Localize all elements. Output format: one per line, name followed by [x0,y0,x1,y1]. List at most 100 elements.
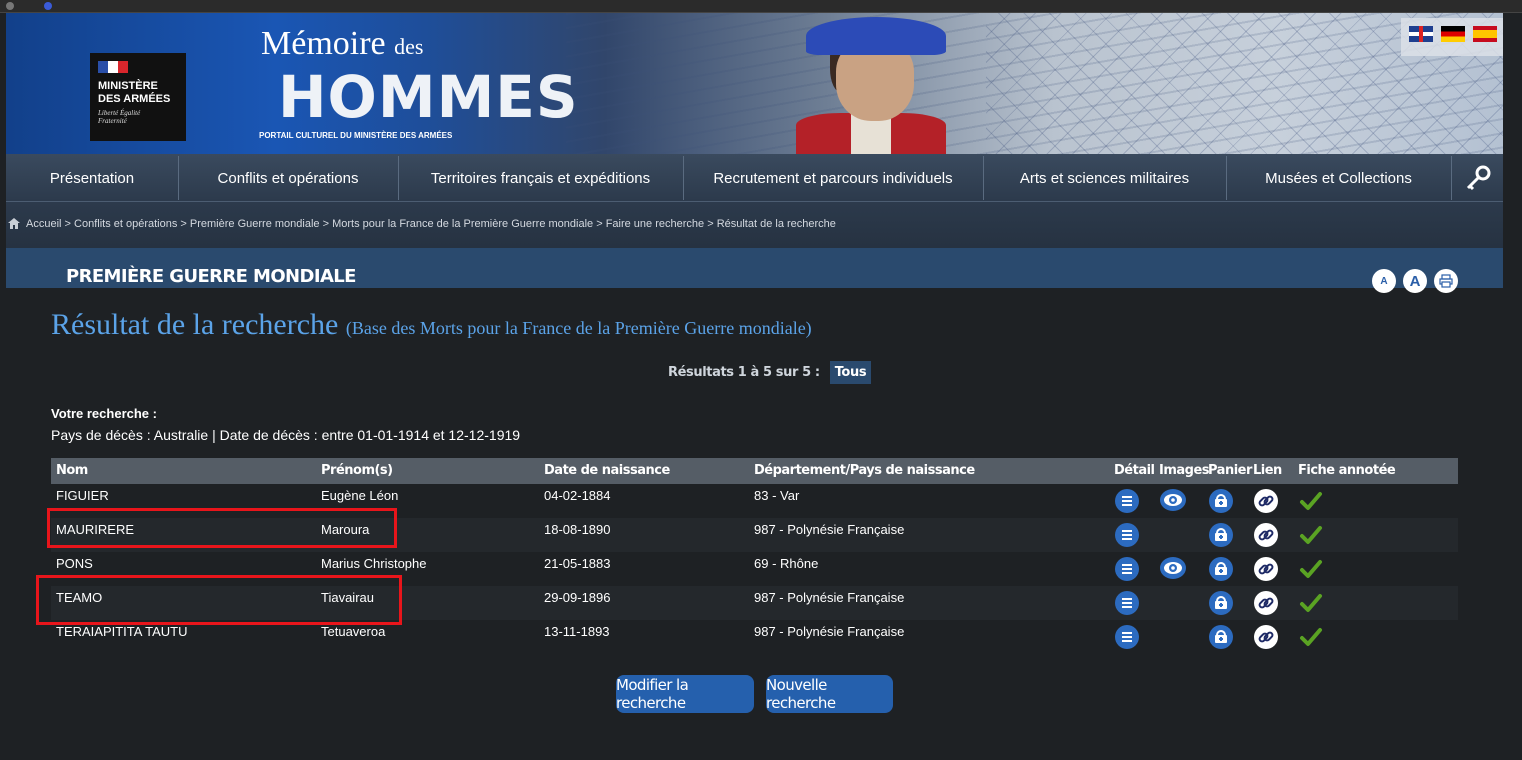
browser-tab-strip [0,0,1522,13]
query-title: Votre recherche : [51,406,157,421]
col-images: Images [1159,463,1210,478]
detail-icon[interactable] [1115,523,1139,547]
col-nom[interactable]: Nom [56,463,88,478]
ministry-line2: DES ARMÉES [98,93,171,105]
main-nav: Présentation Conflits et opérations Terr… [6,154,1503,202]
table-row: TEAMO Tiavairau 29-09-1896 987 - Polynésie … [51,586,1458,620]
annotated-check-icon [1299,591,1323,615]
cell-date-naissance: 29-09-1896 [544,590,611,605]
site-logo-top[interactable]: Mémoire des [261,25,423,63]
col-date-naissance[interactable]: Date de naissance [544,463,670,478]
cell-departement: 987 - Polynésie Française [754,522,905,537]
add-to-basket-icon[interactable] [1209,625,1233,649]
detail-icon[interactable] [1115,557,1139,581]
permalink-icon[interactable] [1254,523,1278,547]
col-prenom[interactable]: Prénom(s) [321,463,393,478]
add-to-basket-icon[interactable] [1209,523,1233,547]
permalink-icon[interactable] [1254,625,1278,649]
permalink-icon[interactable] [1254,591,1278,615]
detail-icon[interactable] [1115,625,1139,649]
cell-prenom: Tetuaveroa [321,624,386,639]
page-subtitle: (Base des Morts pour la France de la Pre… [345,318,812,338]
nav-presentation[interactable]: Présentation [6,154,178,202]
annotated-check-icon [1299,625,1323,649]
home-icon[interactable] [8,218,20,229]
cell-prenom: Eugène Léon [321,488,399,503]
cell-date-naissance: 04-02-1884 [544,488,611,503]
breadcrumb-current: Résultat de la recherche [716,218,836,230]
breadcrumb-morts-pour-la-france[interactable]: Morts pour la France de la Première Guer… [332,218,593,230]
font-increase-icon[interactable]: A [1403,269,1427,293]
query-summary: Pays de décès : Australie | Date de décè… [51,427,521,443]
cell-nom: TERAIAPITITA TAUTU [56,624,188,639]
col-detail: Détail [1114,463,1155,478]
table-row: TERAIAPITITA TAUTU Tetuaveroa 13-11-1893 98… [51,620,1458,654]
nav-musees[interactable]: Musées et Collections [1226,154,1451,202]
table-row: MAURIRERE Maroura 18-08-1890 987 - Polynési… [51,518,1458,552]
detail-icon[interactable] [1115,591,1139,615]
ministry-line1: MINISTÈRE [98,80,158,92]
breadcrumb-accueil[interactable]: Accueil [26,218,61,230]
permalink-icon[interactable] [1254,557,1278,581]
key-icon[interactable] [1464,164,1492,192]
english-flag-icon[interactable] [1409,26,1433,42]
ministry-logo[interactable]: MINISTÈRE DES ARMÉES Liberté Égalité Fra… [90,53,186,141]
col-lien: Lien [1253,463,1282,478]
language-selector [1401,18,1503,56]
pager-label: Résultats 1 à 5 sur 5 : [668,365,820,380]
table-row: PONS Marius Christophe 21-05-1883 69 - Rhôn… [51,552,1458,586]
breadcrumb-conflits[interactable]: Conflits et opérations [74,218,177,230]
annotated-check-icon [1299,557,1323,581]
site-logo-main[interactable]: HOMMES [278,63,579,131]
cell-prenom: Maroura [321,522,370,537]
ministry-motto: Liberté Égalité Fraternité [98,109,141,125]
site-logo-subtitle: PORTAIL CULTUREL DU MINISTÈRE DES ARMÉES [259,131,453,140]
col-panier: Panier [1208,463,1252,478]
pager-all-button[interactable]: Tous [829,361,872,384]
page-title: Résultat de la recherche (Base des Morts… [51,308,812,341]
breadcrumb-bar: Accueil > Conflits et opérations > Premi… [6,202,1503,248]
soldier-portrait-image [796,13,946,154]
annotated-check-icon [1299,523,1323,547]
view-images-icon[interactable] [1160,489,1186,511]
cell-nom: TEAMO [56,590,103,605]
cell-nom: PONS [56,556,93,571]
cell-departement: 987 - Polynésie Française [754,590,905,605]
nav-conflits[interactable]: Conflits et opérations [178,154,398,202]
cell-nom: MAURIRERE [56,522,135,537]
col-departement[interactable]: Département/Pays de naissance [754,463,975,478]
cell-departement: 987 - Polynésie Française [754,624,905,639]
breadcrumb-premiere-guerre[interactable]: Première Guerre mondiale [190,218,320,230]
view-images-icon[interactable] [1160,557,1186,579]
permalink-icon[interactable] [1254,489,1278,513]
section-title: PREMIÈRE GUERRE MONDIALE [66,266,356,287]
cell-date-naissance: 21-05-1883 [544,556,611,571]
german-flag-icon[interactable] [1441,26,1465,42]
cell-departement: 69 - Rhône [754,556,819,571]
cell-prenom: Marius Christophe [321,556,427,571]
results-table: Nom Prénom(s) Date de naissance Départem… [51,458,1458,654]
spanish-flag-icon[interactable] [1473,26,1497,42]
nav-recrutement[interactable]: Recrutement et parcours individuels [683,154,983,202]
modify-search-button[interactable]: Modifier la recherche [616,675,754,713]
cell-nom: FIGUIER [56,488,109,503]
marianne-flag-icon [98,61,128,73]
font-decrease-icon[interactable]: A [1372,269,1396,293]
pagination: Résultats 1 à 5 sur 5 : Tous [668,361,872,384]
add-to-basket-icon[interactable] [1209,557,1233,581]
table-header: Nom Prénom(s) Date de naissance Départem… [51,458,1458,484]
cell-date-naissance: 13-11-1893 [544,624,610,639]
cell-departement: 83 - Var [754,488,800,503]
annotated-check-icon [1299,489,1323,513]
cell-prenom: Tiavairau [321,590,374,605]
add-to-basket-icon[interactable] [1209,489,1233,513]
nav-arts-sciences[interactable]: Arts et sciences militaires [983,154,1226,202]
breadcrumb-faire-recherche[interactable]: Faire une recherche [606,218,704,230]
add-to-basket-icon[interactable] [1209,591,1233,615]
detail-icon[interactable] [1115,489,1139,513]
print-icon[interactable] [1434,269,1458,293]
cell-date-naissance: 18-08-1890 [544,522,611,537]
new-search-button[interactable]: Nouvelle recherche [766,675,893,713]
nav-territoires[interactable]: Territoires français et expéditions [398,154,683,202]
table-row: FIGUIER Eugène Léon 04-02-1884 83 - Var [51,484,1458,518]
